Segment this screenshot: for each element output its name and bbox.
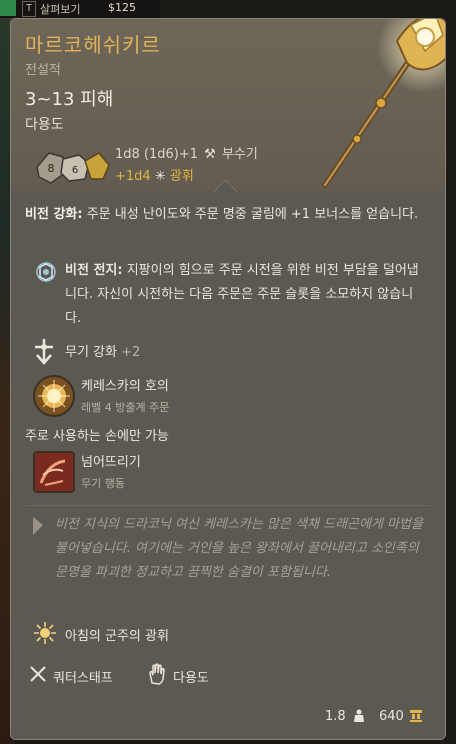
bonus-damage-line: +1d4 ✳ 광휘 bbox=[115, 165, 194, 184]
quill-icon bbox=[33, 517, 43, 535]
item-rarity: 전설적 bbox=[25, 63, 61, 78]
weapon-enchant-bonus: +2 bbox=[121, 345, 141, 360]
die-d8-value: 8 bbox=[48, 162, 55, 175]
hand-icon bbox=[149, 663, 165, 685]
item-name: 마르코헤쉬키르 bbox=[25, 33, 161, 57]
tooltip-footer: 1.8 640 bbox=[11, 699, 445, 739]
weapon-type: 다용도 bbox=[25, 117, 64, 133]
arcane-battery-icon bbox=[36, 262, 56, 282]
damage-formula: 1d8 (1d6)+1 bbox=[115, 147, 199, 162]
gold-icon bbox=[410, 710, 422, 722]
blessing-name: 아침의 군주의 광휘 bbox=[65, 629, 169, 644]
damage-formula-line: 1d8 (1d6)+1 ⚒ 부수기 bbox=[115, 143, 258, 162]
radiance-icon bbox=[34, 622, 56, 644]
arcane-name: 비전 전지: bbox=[65, 263, 123, 278]
bludgeon-icon: ⚒ bbox=[204, 147, 216, 162]
radiant-icon: ✳ bbox=[154, 169, 166, 184]
gold-value: $125 bbox=[108, 1, 136, 14]
game-top-bar: T 살펴보기 $125 bbox=[0, 0, 160, 19]
topple-action-icon[interactable] bbox=[33, 451, 75, 493]
action-name: 넘어뜨리기 bbox=[81, 455, 141, 470]
damage-type: 부수기 bbox=[221, 147, 258, 162]
lore-divider bbox=[25, 505, 431, 506]
passive-name: 비전 강화: bbox=[25, 207, 83, 222]
weapon-enchant-icon bbox=[35, 339, 53, 365]
dice-icon: 8 6 bbox=[36, 152, 110, 184]
mainhand-note: 주로 사용하는 손에만 가능 bbox=[25, 429, 169, 444]
spell-subtitle: 레벨 4 방출계 주문 bbox=[81, 401, 170, 414]
proficiency-category: 다용도 bbox=[173, 671, 209, 686]
spell-name: 케레스카의 호의 bbox=[81, 379, 169, 394]
bonus-damage: +1d4 bbox=[115, 169, 151, 184]
price-value: 640 bbox=[379, 709, 404, 724]
weapon-enchant: 무기 강화 +2 bbox=[65, 341, 140, 360]
bonus-damage-type: 광휘 bbox=[169, 169, 194, 184]
passive-description: 비전 강화: 주문 내성 난이도와 주문 명중 굴림에 +1 보너스를 얻습니다… bbox=[25, 203, 425, 227]
weight-value: 1.8 bbox=[325, 709, 346, 724]
hotbar-slot-icon[interactable] bbox=[0, 0, 16, 16]
damage-range: 3~13 피해 bbox=[25, 89, 114, 110]
staff-icon bbox=[322, 19, 445, 188]
die-d6-value: 6 bbox=[72, 165, 78, 176]
arcane-description: 비전 전지: 지팡이의 힘으로 주문 시전을 위한 비전 부담을 덜어냅니다. … bbox=[65, 259, 425, 331]
crossed-staves-icon bbox=[30, 666, 46, 682]
weapon-enchant-label: 무기 강화 bbox=[65, 345, 117, 360]
examine-label[interactable]: 살펴보기 bbox=[40, 1, 80, 17]
proficiency-weapon: 쿼터스태프 bbox=[53, 671, 113, 686]
item-tooltip: 마르코헤쉬키르 전설적 3~13 피해 다용도 8 6 1d8 (1d6)+1 … bbox=[10, 18, 446, 740]
weight-icon bbox=[354, 709, 364, 722]
lore-text: 비전 지식의 드라코닉 여신 케레스카는 많은 색채 드래곤에게 마법을 불어넣… bbox=[55, 517, 423, 580]
kereska-favour-spell-icon[interactable] bbox=[33, 375, 75, 417]
action-subtitle: 무기 행동 bbox=[81, 477, 125, 490]
passive-text: 주문 내성 난이도와 주문 명중 굴림에 +1 보너스를 얻습니다. bbox=[86, 207, 419, 222]
keybind-hint: T bbox=[22, 1, 36, 17]
